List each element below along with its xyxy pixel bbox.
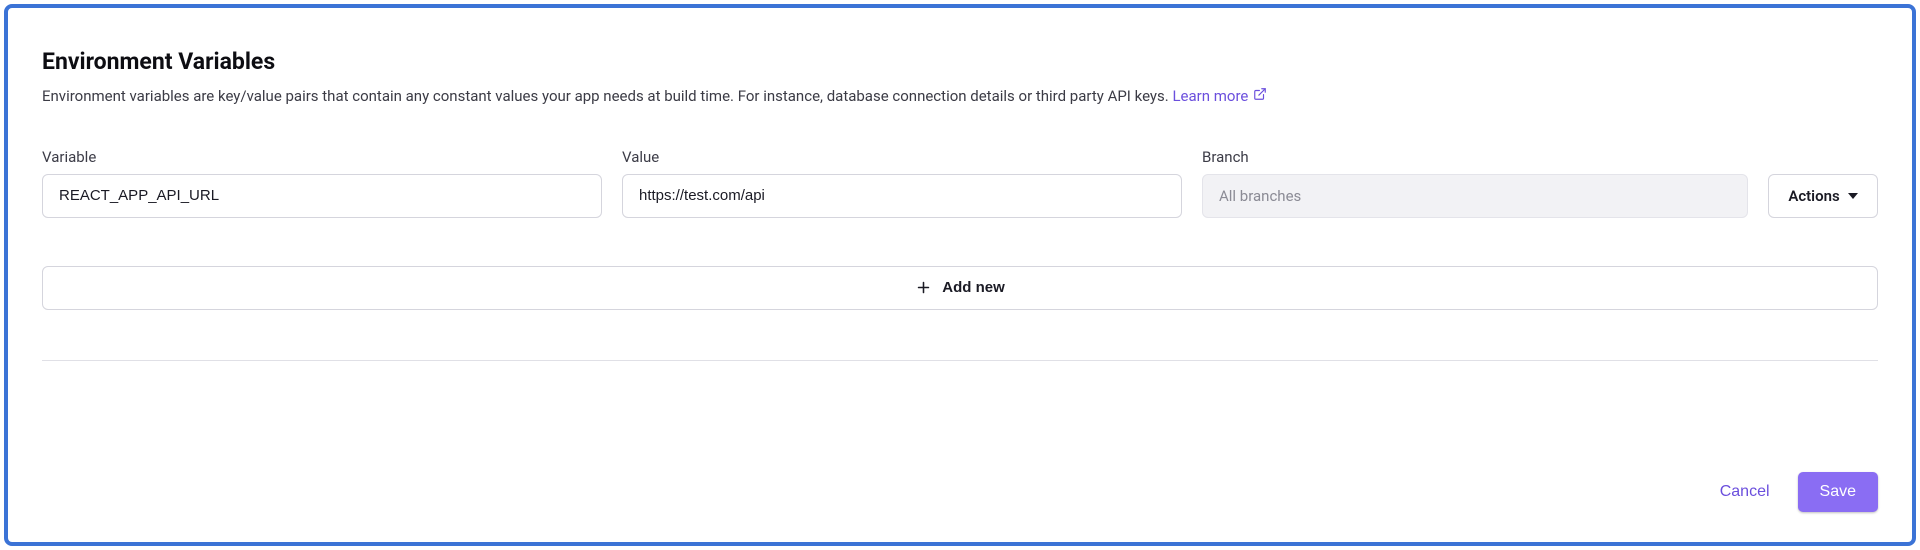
branch-selected-value: All branches (1219, 187, 1301, 205)
actions-menu-button[interactable]: Actions (1768, 174, 1878, 218)
env-var-row: Variable Value Branch All branches Actio… (42, 148, 1878, 218)
variable-input[interactable] (42, 174, 602, 218)
value-label: Value (622, 148, 1182, 166)
plus-icon (915, 279, 932, 296)
section-divider (42, 360, 1878, 361)
branch-select[interactable]: All branches (1202, 174, 1748, 218)
footer-buttons: Cancel Save (42, 442, 1878, 512)
branch-field-group: Branch All branches (1202, 148, 1748, 218)
section-description-text: Environment variables are key/value pair… (42, 87, 1169, 105)
chevron-down-icon (1848, 193, 1858, 199)
add-new-label: Add new (942, 279, 1005, 296)
learn-more-label: Learn more (1172, 85, 1248, 108)
save-button[interactable]: Save (1798, 472, 1878, 512)
cancel-button[interactable]: Cancel (1720, 483, 1770, 501)
actions-menu-label: Actions (1788, 187, 1839, 205)
value-input[interactable] (622, 174, 1182, 218)
value-field-group: Value (622, 148, 1182, 218)
learn-more-link[interactable]: Learn more (1172, 85, 1267, 108)
section-title: Environment Variables (42, 48, 1878, 75)
variable-field-group: Variable (42, 148, 602, 218)
add-new-button[interactable]: Add new (42, 266, 1878, 310)
branch-label: Branch (1202, 148, 1748, 166)
section-description: Environment variables are key/value pair… (42, 85, 1878, 108)
variable-label: Variable (42, 148, 602, 166)
env-variables-panel: Environment Variables Environment variab… (4, 4, 1916, 546)
external-link-icon (1253, 85, 1267, 108)
